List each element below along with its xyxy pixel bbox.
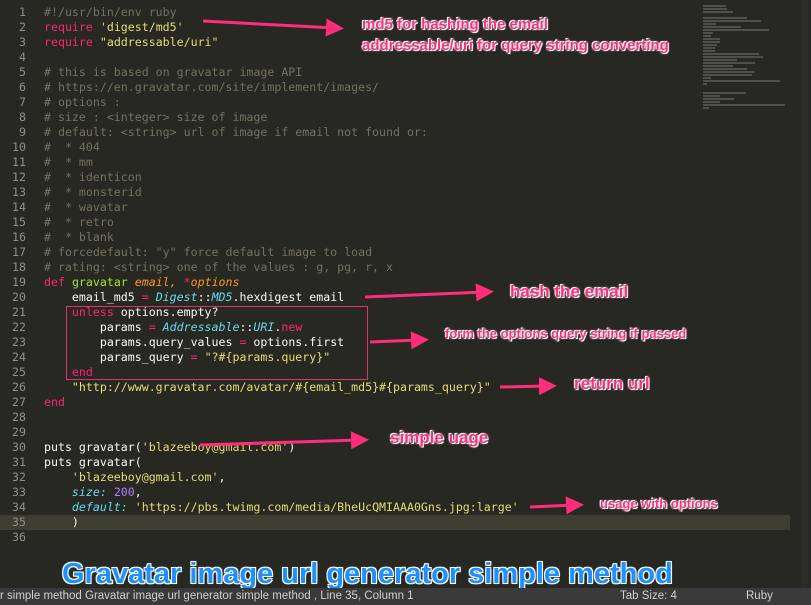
annotation-line: md5 for hashing the email — [362, 16, 548, 33]
annotation-options: form the options query string if passed — [445, 326, 687, 341]
page-title: Gravatar image url generator simple meth… — [62, 558, 673, 590]
annotation-line: addressable/uri for query string convert… — [362, 37, 669, 54]
syntax-mode[interactable]: Ruby — [746, 588, 773, 605]
annotation-return: return url — [574, 374, 650, 393]
annotation-arrows — [199, 18, 584, 515]
arrow — [199, 431, 369, 450]
arrow — [369, 331, 429, 350]
status-text: r simple method Gravatar image url gener… — [0, 590, 414, 602]
annotation-hash: hash the email — [510, 282, 629, 301]
annotation-simple: simple uage — [390, 428, 489, 447]
arrow — [364, 283, 494, 302]
tab-size[interactable]: Tab Size: 4 — [620, 588, 677, 605]
annotation-requires: md5 for hashing the email addressable/ur… — [362, 14, 669, 56]
annotation-usage-options: usage with options — [600, 496, 718, 511]
arrow — [202, 18, 344, 37]
arrow — [529, 496, 584, 515]
arrow — [499, 377, 557, 396]
status-bar: r simple method Gravatar image url gener… — [0, 588, 811, 605]
